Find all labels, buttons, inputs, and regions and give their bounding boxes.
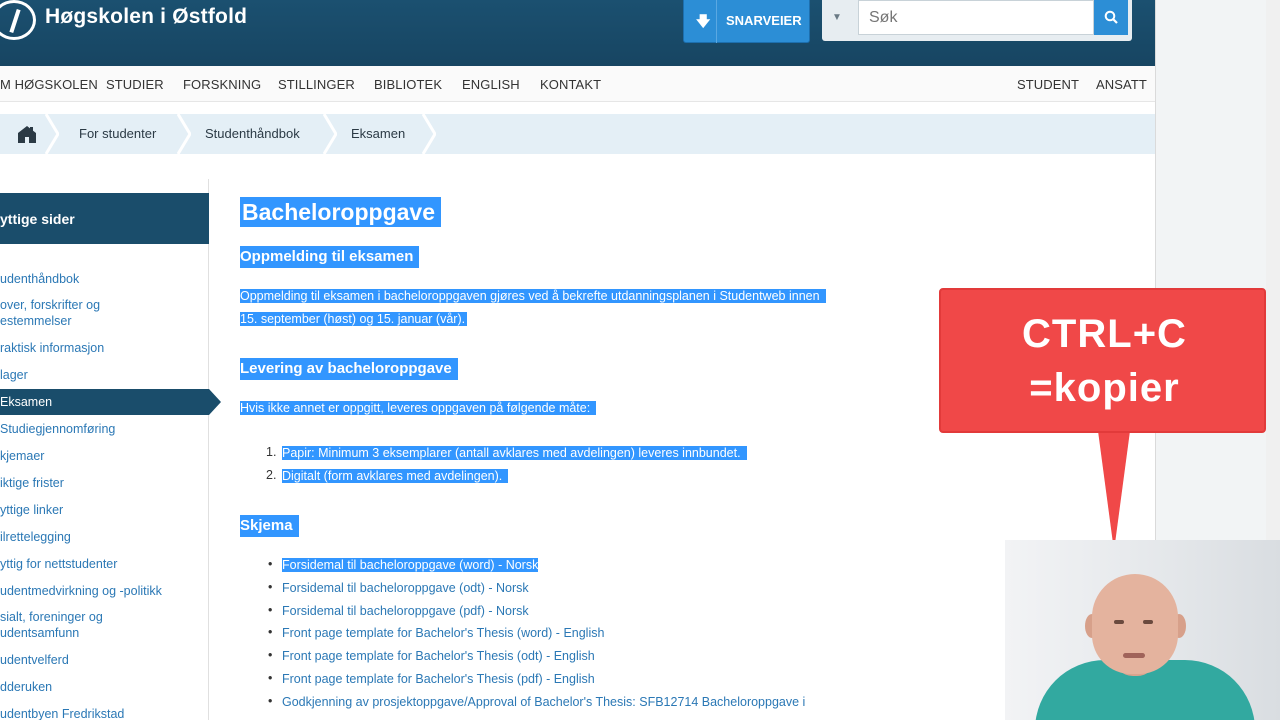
paragraph-oppmelding: Oppmelding til eksamen i bacheloroppgave… — [240, 285, 826, 331]
callout-line-2: =kopier — [1029, 366, 1180, 410]
logo-icon[interactable] — [0, 0, 36, 40]
form-link-word-english[interactable]: Front page template for Bachelor's Thesi… — [282, 624, 604, 643]
ordered-marker: 2. — [266, 468, 277, 482]
bullet-icon: • — [268, 603, 273, 617]
callout-tail — [1098, 431, 1130, 551]
callout-line-1: CTRL+C — [1022, 312, 1187, 356]
bullet-icon: • — [268, 580, 273, 594]
sidebar-item-sosialt-line2[interactable]: udentsamfunn — [0, 625, 209, 641]
bullet-icon: • — [268, 671, 273, 685]
breadcrumb: For studenter Studenthåndbok Eksamen — [0, 114, 1155, 154]
breadcrumb-separator — [323, 114, 337, 154]
nav-item-forskning[interactable]: FORSKNING — [183, 77, 261, 92]
sidebar-item-skjemaer[interactable]: kjemaer — [0, 448, 209, 464]
sidebar-item-klager[interactable]: lager — [0, 367, 209, 383]
form-link-odt-english[interactable]: Front page template for Bachelor's Thesi… — [282, 647, 595, 666]
sidebar-item-praktisk-informasjon[interactable]: raktisk informasjon — [0, 340, 209, 356]
bullet-icon: • — [268, 625, 273, 639]
presenter-eye — [1114, 620, 1124, 624]
form-link-approval[interactable]: Godkjenning av prosjektoppgave/Approval … — [282, 693, 805, 712]
site-header: Høgskolen i Østfold 🡇 SNARVEIER ▼ — [0, 0, 1155, 66]
section-heading-levering: Levering av bacheloroppgave — [240, 358, 458, 380]
ordered-marker: 1. — [266, 445, 277, 459]
list-item: Papir: Minimum 3 eksemplarer (antall avk… — [282, 444, 747, 463]
sidebar-item-studentbyen[interactable]: udentbyen Fredrikstad — [0, 706, 209, 720]
nav-item-studier[interactable]: STUDIER — [106, 77, 164, 92]
form-link-word-norsk[interactable]: Forsidemal til bacheloroppgave (word) - … — [282, 556, 539, 575]
arrow-down-icon: 🡇 — [696, 13, 711, 29]
form-link-pdf-norsk[interactable]: Forsidemal til bacheloroppgave (pdf) - N… — [282, 602, 529, 621]
search-button[interactable] — [1094, 0, 1128, 35]
breadcrumb-separator — [422, 114, 436, 154]
sidebar-item-tilrettelegging[interactable]: ilrettelegging — [0, 529, 209, 545]
nav-item-english[interactable]: ENGLISH — [462, 77, 520, 92]
nav-item-kontakt[interactable]: KONTAKT — [540, 77, 601, 92]
form-link-odt-norsk[interactable]: Forsidemal til bacheloroppgave (odt) - N… — [282, 579, 529, 598]
sidebar-title: yttige sider — [0, 193, 209, 244]
search-input[interactable] — [858, 0, 1094, 35]
nav-item-stillinger[interactable]: STILLINGER — [278, 77, 355, 92]
presenter-mouth — [1123, 653, 1145, 658]
site-logo-text[interactable]: Høgskolen i Østfold — [45, 5, 247, 29]
sidebar-item-viktige-frister[interactable]: iktige frister — [0, 475, 209, 491]
list-item: Digitalt (form avklares med avdelingen). — [282, 467, 509, 486]
breadcrumb-separator — [177, 114, 191, 154]
sidebar-item-lover-line2[interactable]: estemmelser — [0, 313, 209, 329]
bullet-icon: • — [268, 694, 273, 708]
shortcuts-label: SNARVEIER — [726, 13, 802, 28]
nav-item-ansatt[interactable]: ANSATT — [1096, 77, 1147, 92]
nav-item-bibliotek[interactable]: BIBLIOTEK — [374, 77, 442, 92]
main-nav: M HØGSKOLEN STUDIER FORSKNING STILLINGER… — [0, 66, 1155, 102]
sidebar-item-lover-line1[interactable]: over, forskrifter og — [0, 297, 209, 313]
presenter-eye — [1143, 620, 1153, 624]
sidebar-item-studentmedvirkning[interactable]: udentmedvirkning og -politikk — [0, 583, 209, 599]
ctrl-c-callout: CTRL+C =kopier — [939, 288, 1266, 433]
search-scope-dropdown-icon[interactable]: ▼ — [832, 12, 842, 23]
presenter-head — [1092, 574, 1178, 674]
sidebar-item-studiegjennomforing[interactable]: Studiegjennomføring — [0, 421, 209, 437]
breadcrumb-separator — [45, 114, 59, 154]
sidebar-item-studentvelferd[interactable]: udentvelferd — [0, 652, 209, 668]
sidebar-item-sosialt-line1[interactable]: sialt, foreninger og — [0, 609, 209, 625]
search-bar: ▼ — [822, 0, 1132, 41]
home-icon[interactable] — [17, 124, 37, 144]
sidebar-item-nyttig-for-nettstudenter[interactable]: yttig for nettstudenter — [0, 556, 209, 572]
sidebar: yttige sider udenthåndbok over, forskrif… — [0, 179, 221, 720]
section-heading-skjema: Skjema — [240, 515, 299, 537]
bullet-icon: • — [268, 557, 273, 571]
bullet-icon: • — [268, 648, 273, 662]
sidebar-item-fadderuken[interactable]: dderuken — [0, 679, 209, 695]
browser-page: Høgskolen i Østfold 🡇 SNARVEIER ▼ M HØGS… — [0, 0, 1280, 720]
form-link-pdf-english[interactable]: Front page template for Bachelor's Thesi… — [282, 670, 595, 689]
sidebar-item-nyttige-linker[interactable]: yttige linker — [0, 502, 209, 518]
webcam-overlay — [1005, 540, 1280, 720]
sidebar-item-eksamen[interactable]: Eksamen — [0, 389, 221, 415]
paragraph-levering: Hvis ikke annet er oppgitt, leveres oppg… — [240, 397, 597, 420]
nav-item-hogskolen[interactable]: M HØGSKOLEN — [0, 77, 98, 92]
shortcuts-button[interactable]: 🡇 SNARVEIER — [683, 0, 810, 43]
page-title: Bacheloroppgave — [240, 197, 441, 227]
section-heading-oppmelding: Oppmelding til eksamen — [240, 246, 420, 268]
nav-item-student[interactable]: STUDENT — [1017, 77, 1079, 92]
search-icon — [1104, 10, 1118, 24]
sidebar-item-studenthandbok[interactable]: udenthåndbok — [0, 271, 209, 287]
